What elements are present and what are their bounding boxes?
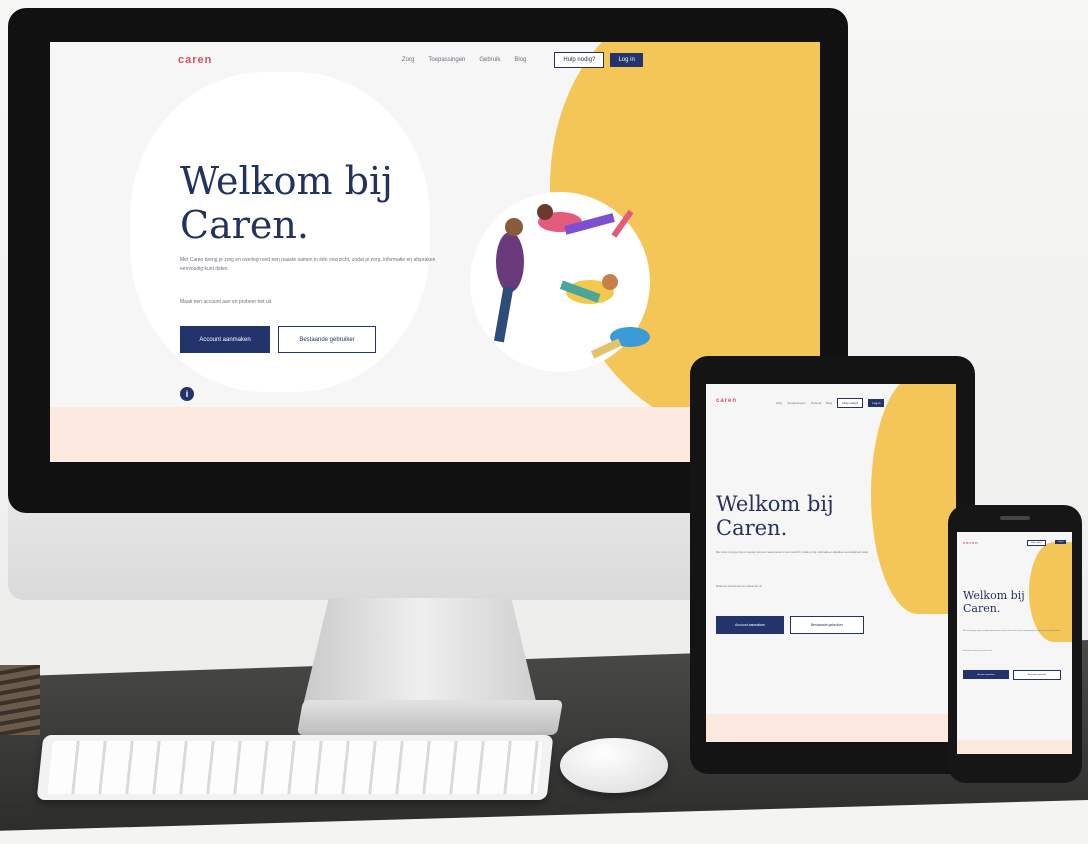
tablet-nav-toepassingen[interactable]: Toepassingen <box>787 401 806 405</box>
person-1-body <box>496 232 524 292</box>
tablet-nav-gebruik[interactable]: Gebruik <box>811 401 822 405</box>
person-1-head <box>505 218 523 236</box>
mouse <box>560 738 668 793</box>
person-3-head <box>602 274 618 290</box>
monitor-stand-base <box>296 700 564 735</box>
tablet-nav-zorg[interactable]: Zorg <box>776 401 782 405</box>
tablet-nav: Zorg Toepassingen Gebruik Blog Hulp nodi… <box>776 398 885 408</box>
books <box>0 665 40 735</box>
hero-paragraph-2: Maak een account aan en probeer het uit. <box>180 299 273 305</box>
arm-accent <box>611 209 634 238</box>
phone-screen: caren Hulp nodig? Log in Welkom bij Care… <box>957 532 1072 754</box>
hero-title: Welkom bij Caren. <box>180 159 393 247</box>
phone-hero-paragraph-1: Met Caren breng je zorg en overleg rond … <box>963 631 1061 632</box>
tablet-help-button[interactable]: Hulp nodig? <box>837 398 864 408</box>
tablet-create-account-button[interactable]: Account aanmaken <box>716 616 784 634</box>
phone-peach-band <box>957 740 1072 754</box>
phone-help-button[interactable]: Hulp nodig? <box>1027 540 1046 546</box>
login-button[interactable]: Log in <box>610 53 643 67</box>
nav-gebruik[interactable]: Gebruik <box>479 57 500 63</box>
tablet-peach-band <box>706 714 956 742</box>
phone-hero-paragraph-2: Maak een account aan en probeer het uit. <box>963 651 993 652</box>
tablet-hero-title-line1: Welkom bij <box>716 492 834 516</box>
phone-yellow-shape <box>1029 542 1072 642</box>
tablet-existing-user-button[interactable]: Bestaande gebruiker <box>790 616 864 634</box>
tablet-screen: caren Zorg Toepassingen Gebruik Blog Hul… <box>706 384 956 742</box>
hero-title-line1: Welkom bij <box>180 159 393 203</box>
tablet-yellow-shape <box>871 384 956 614</box>
nav-zorg[interactable]: Zorg <box>402 57 414 63</box>
nav-toepassingen[interactable]: Toepassingen <box>428 57 465 63</box>
tablet-login-button[interactable]: Log in <box>868 399 885 407</box>
existing-user-button[interactable]: Bestaande gebruiker <box>278 326 376 353</box>
phone-create-account-button[interactable]: Account aanmaken <box>963 670 1009 679</box>
phone-logo[interactable]: caren <box>963 540 979 545</box>
person-2-head <box>537 204 553 220</box>
person-1-legs <box>493 286 514 343</box>
keyboard-keys <box>47 741 543 794</box>
tablet-nav-blog[interactable]: Blog <box>826 401 832 405</box>
tablet-logo[interactable]: caren <box>716 398 737 404</box>
tablet-hero-paragraph-2: Maak een account aan en probeer het uit. <box>716 585 763 588</box>
keyboard <box>36 735 554 800</box>
hero-paragraph-1: Met Caren breng je zorg en overleg rond … <box>180 257 436 272</box>
phone-login-button[interactable]: Log in <box>1055 540 1067 544</box>
info-icon[interactable]: i <box>180 387 194 401</box>
tablet-hero-title-line2: Caren. <box>716 516 788 541</box>
help-button[interactable]: Hulp nodig? <box>554 52 605 68</box>
phone-existing-user-button[interactable]: Bestaande gebruiker <box>1013 670 1061 680</box>
phone-hero-title-line2: Caren. <box>963 601 1001 615</box>
phone-hero-title: Welkom bij Caren. <box>963 589 1025 615</box>
phone-speaker <box>1000 516 1030 520</box>
tablet-hero-paragraph-1: Met Caren breng je zorg en overleg rond … <box>716 551 869 554</box>
phone-hero-title-line1: Welkom bij <box>963 589 1025 602</box>
tablet-hero-title: Welkom bij Caren. <box>716 492 834 540</box>
people-illustration <box>493 204 650 359</box>
nav-blog[interactable]: Blog <box>514 57 526 63</box>
person-4-legs <box>590 338 622 359</box>
create-account-button[interactable]: Account aanmaken <box>180 326 270 353</box>
hero-title-line2: Caren. <box>180 202 309 247</box>
logo[interactable]: caren <box>178 54 212 66</box>
main-nav: Zorg Toepassingen Gebruik Blog Hulp nodi… <box>402 52 643 68</box>
